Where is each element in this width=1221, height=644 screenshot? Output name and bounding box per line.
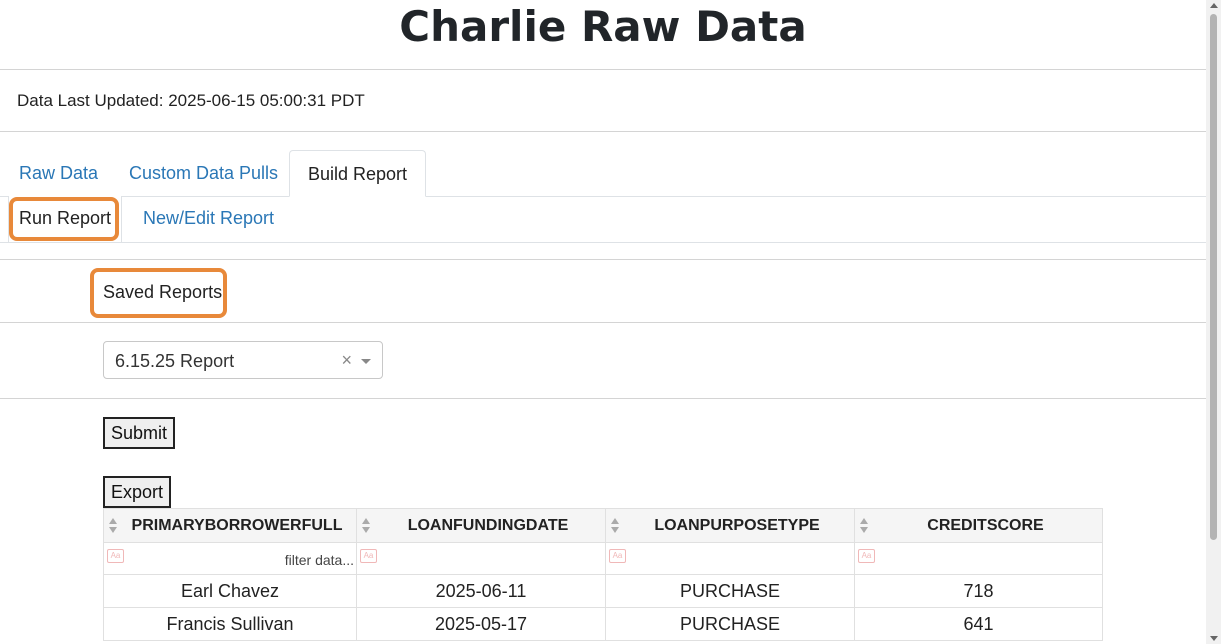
case-sensitive-icon[interactable]: Aa xyxy=(609,549,626,563)
page: Charlie Raw Data Data Last Updated: 2025… xyxy=(0,0,1221,644)
submit-button[interactable]: Submit xyxy=(103,417,176,449)
selected-report-value: 6.15.25 Report xyxy=(115,351,235,371)
filter-input[interactable] xyxy=(875,547,1102,573)
sort-icon[interactable] xyxy=(611,518,619,534)
scrollbar-thumb[interactable] xyxy=(1210,14,1217,540)
saved-reports-label: Saved Reports xyxy=(103,282,223,302)
divider xyxy=(0,131,1206,132)
filter-input[interactable] xyxy=(377,547,605,573)
sub-tabs: Run Report New/Edit Report xyxy=(0,196,1206,243)
filter-cell: Aa xyxy=(356,542,606,575)
export-button[interactable]: Export xyxy=(103,476,172,508)
subtab-new-edit-report[interactable]: New/Edit Report xyxy=(133,196,284,241)
table-cell: Francis Sullivan xyxy=(103,607,357,641)
page-title: Charlie Raw Data xyxy=(399,2,807,51)
divider xyxy=(0,398,1206,399)
filter-input[interactable] xyxy=(626,547,854,573)
column-header-label: LOANPURPOSETYPE xyxy=(654,516,820,534)
vertical-scrollbar[interactable] xyxy=(1206,0,1221,644)
table-cell: 2025-06-11 xyxy=(356,574,606,608)
column-header[interactable]: LOANPURPOSETYPE xyxy=(605,508,855,543)
report-table: PRIMARYBORROWERFULL LOANFUNDINGDATE LOAN… xyxy=(103,508,1103,641)
table-cell: 2025-05-17 xyxy=(356,607,606,641)
sort-icon[interactable] xyxy=(362,518,370,534)
scroll-down-icon[interactable] xyxy=(1210,636,1218,641)
filter-cell: Aa xyxy=(605,542,855,575)
clear-icon[interactable]: × xyxy=(341,350,352,371)
filter-input[interactable] xyxy=(124,547,356,573)
divider xyxy=(0,322,1206,323)
divider xyxy=(0,259,1206,260)
column-header-label: PRIMARYBORROWERFULL xyxy=(131,516,343,534)
column-header[interactable]: CREDITSCORE xyxy=(854,508,1103,543)
saved-reports-select[interactable]: 6.15.25 Report × xyxy=(103,341,383,379)
sort-icon[interactable] xyxy=(109,518,117,534)
subtab-run-report[interactable]: Run Report xyxy=(8,196,123,242)
column-header-label: LOANFUNDINGDATE xyxy=(407,516,569,534)
table-cell: Earl Chavez xyxy=(103,574,357,608)
sort-icon[interactable] xyxy=(860,518,868,534)
table-filter-row: Aa Aa Aa Aa xyxy=(103,542,1103,575)
tab-custom-data-pulls[interactable]: Custom Data Pulls xyxy=(111,150,296,195)
column-header-label: CREDITSCORE xyxy=(927,516,1044,534)
table-header-row: PRIMARYBORROWERFULL LOANFUNDINGDATE LOAN… xyxy=(103,508,1103,543)
case-sensitive-icon[interactable]: Aa xyxy=(858,549,875,563)
chevron-down-icon[interactable] xyxy=(361,359,371,364)
tab-raw-data[interactable]: Raw Data xyxy=(1,150,116,195)
column-header[interactable]: LOANFUNDINGDATE xyxy=(356,508,606,543)
case-sensitive-icon[interactable]: Aa xyxy=(360,549,377,563)
table-cell: PURCHASE xyxy=(605,574,855,608)
column-header[interactable]: PRIMARYBORROWERFULL xyxy=(103,508,357,543)
table-cell: 718 xyxy=(854,574,1103,608)
tab-build-report[interactable]: Build Report xyxy=(289,150,427,197)
scroll-up-icon[interactable] xyxy=(1210,3,1218,8)
table-row[interactable]: Francis Sullivan 2025-05-17 PURCHASE 641 xyxy=(103,607,1103,641)
table-row[interactable]: Earl Chavez 2025-06-11 PURCHASE 718 xyxy=(103,574,1103,608)
table-cell: PURCHASE xyxy=(605,607,855,641)
filter-cell: Aa xyxy=(103,542,357,575)
divider xyxy=(0,69,1206,70)
data-last-updated: Data Last Updated: 2025-06-15 05:00:31 P… xyxy=(17,91,365,110)
main-tabs: Raw Data Custom Data Pulls Build Report xyxy=(0,150,1206,197)
table-cell: 641 xyxy=(854,607,1103,641)
filter-cell: Aa xyxy=(854,542,1103,575)
case-sensitive-icon[interactable]: Aa xyxy=(107,549,124,563)
